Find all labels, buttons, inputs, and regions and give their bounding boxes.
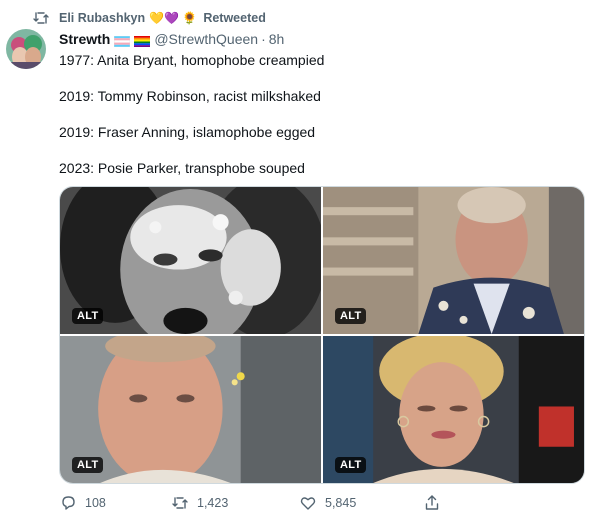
tweet-line: 2019: Fraser Anning, islamophobe egged <box>59 124 316 140</box>
header-separator: · <box>261 31 266 47</box>
media-photo-2[interactable]: ALT <box>323 187 584 334</box>
retweet-icon <box>33 11 49 25</box>
retweet-icon <box>171 494 189 512</box>
retweeted-label: Retweeted <box>203 11 266 25</box>
share-icon <box>423 494 441 512</box>
tweet-line: 1977: Anita Bryant, homophobe creampied <box>59 52 325 68</box>
alt-badge[interactable]: ALT <box>335 457 367 473</box>
tweet-line: 2023: Posie Parker, transphobe souped <box>59 160 305 176</box>
retweeter-emojis: 💛💜 🌻 <box>149 11 198 25</box>
tweet-line: 2019: Tommy Robinson, racist milkshaked <box>59 88 321 104</box>
alt-badge[interactable]: ALT <box>335 308 367 324</box>
like-button[interactable]: 5,845 <box>299 494 356 512</box>
rainbow-flag-icon <box>134 34 151 47</box>
author-display-name[interactable]: Strewth <box>59 31 110 47</box>
media-photo-1[interactable]: ALT <box>60 187 321 334</box>
heart-icon <box>299 494 317 512</box>
tweet-actions: 108 1,423 5,845 <box>59 494 479 514</box>
alt-badge[interactable]: ALT <box>72 457 104 473</box>
trans-flag-icon <box>114 34 131 47</box>
media-grid: ALT ALT ALT ALT <box>59 186 585 484</box>
media-photo-4[interactable]: ALT <box>323 336 584 483</box>
retweeter-name[interactable]: Eli Rubashkyn <box>59 11 145 25</box>
like-count: 5,845 <box>325 496 357 510</box>
reply-count: 108 <box>85 496 106 510</box>
author-handle[interactable]: @StrewthQueen <box>154 31 258 47</box>
avatar[interactable] <box>6 29 46 69</box>
share-button[interactable] <box>423 494 449 512</box>
retweet-button[interactable]: 1,423 <box>171 494 228 512</box>
retweeted-by-row[interactable]: Eli Rubashkyn 💛💜 🌻 Retweeted <box>33 9 266 27</box>
tweet-header: Strewth @StrewthQueen · 8h <box>59 31 284 47</box>
alt-badge[interactable]: ALT <box>72 308 104 324</box>
tweet-text: 1977: Anita Bryant, homophobe creampied … <box>59 51 579 195</box>
media-photo-3[interactable]: ALT <box>60 336 321 483</box>
tweet-timestamp[interactable]: 8h <box>269 31 285 47</box>
retweet-count: 1,423 <box>197 496 229 510</box>
reply-button[interactable]: 108 <box>59 494 106 512</box>
reply-icon <box>59 494 77 512</box>
